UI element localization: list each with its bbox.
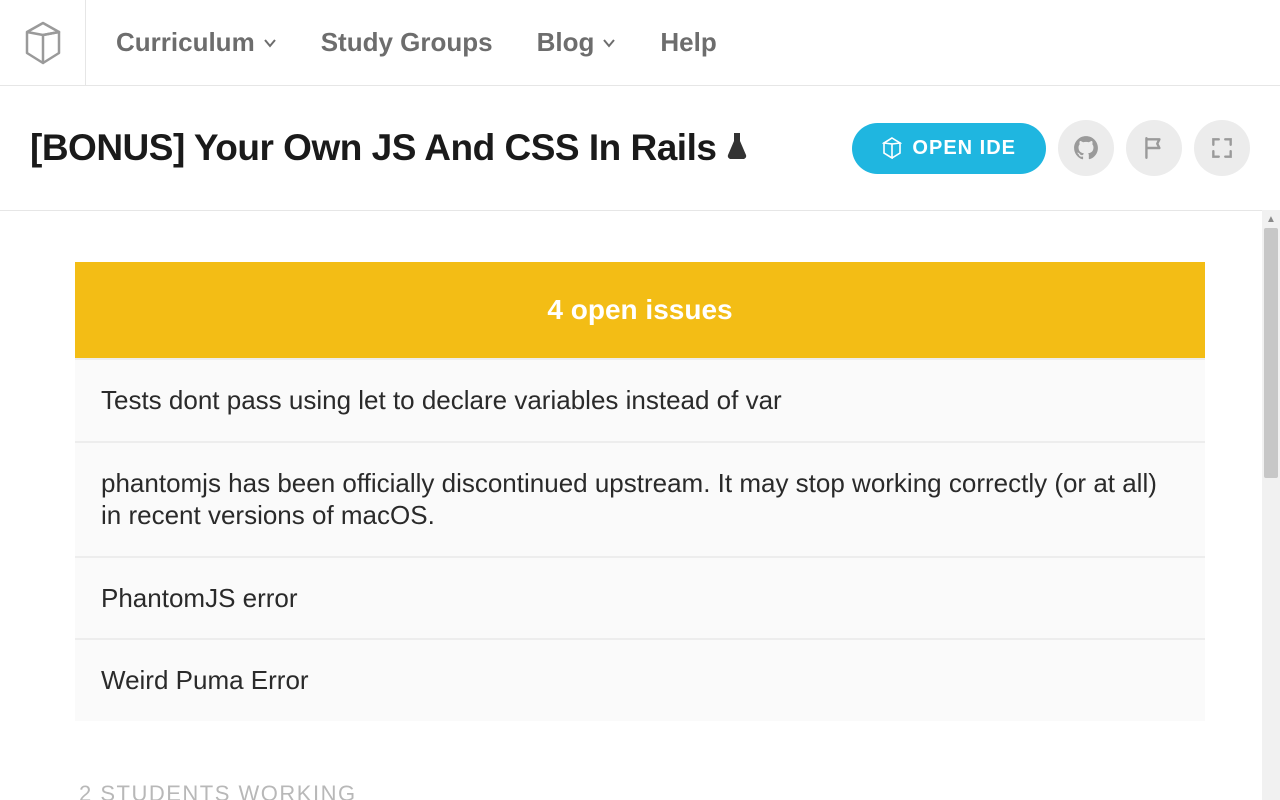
- nav-help[interactable]: Help: [660, 27, 716, 58]
- flag-icon: [1141, 135, 1167, 161]
- open-ide-label: OPEN IDE: [912, 137, 1016, 160]
- scroll-thumb[interactable]: [1264, 228, 1278, 478]
- issues-panel: 4 open issues Tests dont pass using let …: [75, 262, 1205, 721]
- chevron-down-icon: [602, 36, 616, 50]
- github-button[interactable]: [1058, 120, 1114, 176]
- lesson-header: [BONUS] Your Own JS And CSS In Rails OPE…: [0, 86, 1280, 211]
- nav-label: Curriculum: [116, 27, 255, 58]
- page-title: [BONUS] Your Own JS And CSS In Rails: [30, 127, 748, 169]
- nav-label: Help: [660, 27, 716, 58]
- title-text: [BONUS] Your Own JS And CSS In Rails: [30, 127, 716, 169]
- expand-icon: [1209, 135, 1235, 161]
- students-working-label: 2 STUDENTS WORKING: [75, 721, 1205, 800]
- nav-links: Curriculum Study Groups Blog Help: [86, 27, 717, 58]
- scrollbar[interactable]: ▲: [1262, 210, 1280, 800]
- nav-blog[interactable]: Blog: [537, 27, 617, 58]
- bolt-icon: [882, 137, 902, 159]
- issue-item[interactable]: PhantomJS error: [75, 556, 1205, 639]
- top-nav: Curriculum Study Groups Blog Help: [0, 0, 1280, 86]
- nav-curriculum[interactable]: Curriculum: [116, 27, 277, 58]
- content-area: 4 open issues Tests dont pass using let …: [0, 210, 1280, 800]
- header-actions: OPEN IDE: [852, 120, 1250, 176]
- scroll-up-icon[interactable]: ▲: [1262, 210, 1280, 228]
- github-icon: [1073, 135, 1099, 161]
- flag-button[interactable]: [1126, 120, 1182, 176]
- nav-label: Blog: [537, 27, 595, 58]
- logo[interactable]: [0, 0, 86, 86]
- nav-label: Study Groups: [321, 27, 493, 58]
- issues-header: 4 open issues: [75, 262, 1205, 358]
- chevron-down-icon: [263, 36, 277, 50]
- issue-item[interactable]: Tests dont pass using let to declare var…: [75, 358, 1205, 441]
- learn-logo-icon: [23, 21, 63, 65]
- issue-item[interactable]: phantomjs has been officially discontinu…: [75, 441, 1205, 556]
- open-ide-button[interactable]: OPEN IDE: [852, 123, 1046, 174]
- issue-item[interactable]: Weird Puma Error: [75, 638, 1205, 721]
- expand-button[interactable]: [1194, 120, 1250, 176]
- flask-icon: [726, 131, 748, 166]
- nav-study-groups[interactable]: Study Groups: [321, 27, 493, 58]
